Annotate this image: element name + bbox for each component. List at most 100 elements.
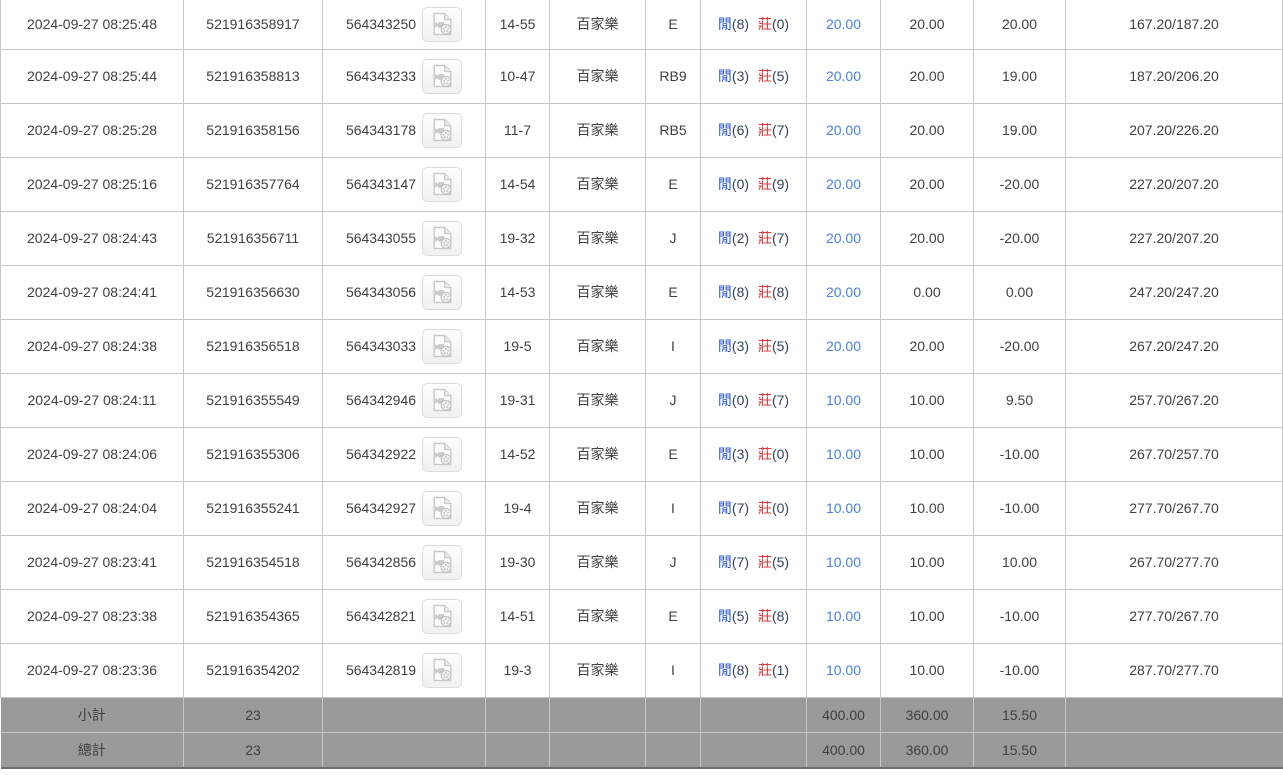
valid-bet-cell: 10.00 xyxy=(880,426,974,482)
banker-label: 莊 xyxy=(757,284,772,300)
bet-amount-link[interactable]: 20.00 xyxy=(826,16,861,32)
round-id: 564342946 xyxy=(345,392,417,408)
game-result-cell: 閒(0) 莊(9) xyxy=(700,156,807,212)
bet-time-cell: 2024-09-27 08:23:36 xyxy=(0,642,184,698)
round-cell: 564342821 xyxy=(322,588,486,644)
table-number-cell: 19-30 xyxy=(485,534,550,590)
bet-amount-link[interactable]: 10.00 xyxy=(826,554,861,570)
summary-empty-cell xyxy=(1065,696,1283,733)
summary-empty-cell xyxy=(1065,731,1283,769)
summary-valid-total-cell: 360.00 xyxy=(880,731,974,769)
video-replay-button[interactable] xyxy=(422,598,463,634)
game-result-cell: 閒(8) 莊(1) xyxy=(700,642,807,698)
video-replay-button[interactable] xyxy=(422,544,463,580)
bet-amount-link[interactable]: 10.00 xyxy=(826,500,861,516)
banker-label: 莊 xyxy=(757,446,772,462)
bet-time-cell: 2024-09-27 08:24:41 xyxy=(0,264,184,320)
round-cell: 564342927 xyxy=(322,480,486,536)
round-cell: 564343055 xyxy=(322,210,486,266)
record-row: 2024-09-27 08:23:41 521916354518 5643428… xyxy=(0,534,1283,590)
video-replay-button[interactable] xyxy=(422,328,463,364)
player-points: (7) xyxy=(731,554,750,570)
bet-amount-link[interactable]: 20.00 xyxy=(826,122,861,138)
player-points: (0) xyxy=(731,392,750,408)
bet-type-cell: J xyxy=(645,372,701,428)
game-result-cell: 閒(5) 莊(8) xyxy=(700,588,807,644)
balance-cell: 277.70/267.70 xyxy=(1065,588,1283,644)
game-type-cell: 百家樂 xyxy=(549,102,646,158)
round-cell: 564342922 xyxy=(322,426,486,482)
bet-amount-cell: 20.00 xyxy=(806,318,881,374)
bet-amount-link[interactable]: 10.00 xyxy=(826,608,861,624)
valid-bet-cell: 20.00 xyxy=(880,48,974,104)
round-id: 564343033 xyxy=(345,338,417,354)
table-number-cell: 10-47 xyxy=(485,48,550,104)
banker-label: 莊 xyxy=(757,16,772,33)
bet-amount-link[interactable]: 20.00 xyxy=(826,68,861,84)
win-loss-cell: 0.00 xyxy=(973,264,1066,320)
summary-empty-cell xyxy=(485,696,550,733)
bet-amount-link[interactable]: 10.00 xyxy=(826,392,861,408)
bet-id-cell: 521916355549 xyxy=(183,372,323,428)
video-replay-button[interactable] xyxy=(422,490,463,526)
bet-amount-link[interactable]: 20.00 xyxy=(826,176,861,192)
video-replay-button[interactable] xyxy=(422,274,463,310)
video-replay-button[interactable] xyxy=(422,382,463,418)
player-label: 閒 xyxy=(717,16,732,33)
summary-empty-cell xyxy=(645,731,701,769)
banker-points: (7) xyxy=(771,122,790,138)
bet-time-cell: 2024-09-27 08:24:06 xyxy=(0,426,184,482)
record-row: 2024-09-27 08:24:04 521916355241 5643429… xyxy=(0,480,1283,536)
player-points: (3) xyxy=(731,338,750,354)
video-replay-button[interactable] xyxy=(422,436,463,472)
bet-amount-cell: 10.00 xyxy=(806,426,881,482)
banker-label: 莊 xyxy=(757,662,772,678)
summary-valid-total-cell: 360.00 xyxy=(880,696,974,733)
game-result-cell: 閒(0) 莊(7) xyxy=(700,372,807,428)
round-id: 564343233 xyxy=(345,68,417,84)
video-replay-button[interactable] xyxy=(422,58,463,94)
balance-cell: 277.70/267.70 xyxy=(1065,480,1283,536)
banker-label: 莊 xyxy=(757,554,772,570)
video-file-icon xyxy=(432,226,453,250)
bet-amount-link[interactable]: 20.00 xyxy=(826,338,861,354)
win-loss-cell: -10.00 xyxy=(973,480,1066,536)
table-number-cell: 11-7 xyxy=(485,102,550,158)
video-replay-button[interactable] xyxy=(422,220,463,256)
bet-amount-cell: 20.00 xyxy=(806,102,881,158)
bet-amount-cell: 20.00 xyxy=(806,264,881,320)
video-replay-button[interactable] xyxy=(422,652,463,688)
bet-amount-link[interactable]: 10.00 xyxy=(826,446,861,462)
win-loss-cell: -20.00 xyxy=(973,156,1066,212)
video-replay-button[interactable] xyxy=(422,112,463,148)
video-file-icon xyxy=(432,334,453,358)
bet-type-cell: J xyxy=(645,210,701,266)
bet-amount-cell: 20.00 xyxy=(806,0,881,50)
video-file-icon xyxy=(432,172,453,196)
video-replay-button[interactable] xyxy=(422,166,463,202)
video-file-icon xyxy=(432,658,453,682)
bet-time-cell: 2024-09-27 08:25:28 xyxy=(0,102,184,158)
bet-records-table: 2024-09-27 08:25:48 521916358917 5643432… xyxy=(0,0,1283,769)
balance-cell: 167.20/187.20 xyxy=(1065,0,1283,50)
game-type-cell: 百家樂 xyxy=(549,426,646,482)
banker-label: 莊 xyxy=(757,176,772,192)
game-type-cell: 百家樂 xyxy=(549,588,646,644)
round-id: 564342927 xyxy=(345,500,417,516)
bet-id-cell: 521916356711 xyxy=(183,210,323,266)
bet-amount-link[interactable]: 10.00 xyxy=(826,662,861,678)
banker-label: 莊 xyxy=(757,68,772,84)
record-row: 2024-09-27 08:25:44 521916358813 5643432… xyxy=(0,48,1283,104)
bet-type-cell: RB5 xyxy=(645,102,701,158)
bet-amount-link[interactable]: 20.00 xyxy=(826,284,861,300)
bet-amount-link[interactable]: 20.00 xyxy=(826,230,861,246)
summary-empty-cell xyxy=(485,731,550,769)
video-file-icon xyxy=(432,550,453,574)
bet-id-cell: 521916356630 xyxy=(183,264,323,320)
bet-id-cell: 521916355306 xyxy=(183,426,323,482)
bet-amount-cell: 20.00 xyxy=(806,156,881,212)
valid-bet-cell: 10.00 xyxy=(880,588,974,644)
summary-winloss-total-cell: 15.50 xyxy=(973,731,1066,769)
round-id: 564343178 xyxy=(345,122,417,138)
video-replay-button[interactable] xyxy=(422,6,463,42)
